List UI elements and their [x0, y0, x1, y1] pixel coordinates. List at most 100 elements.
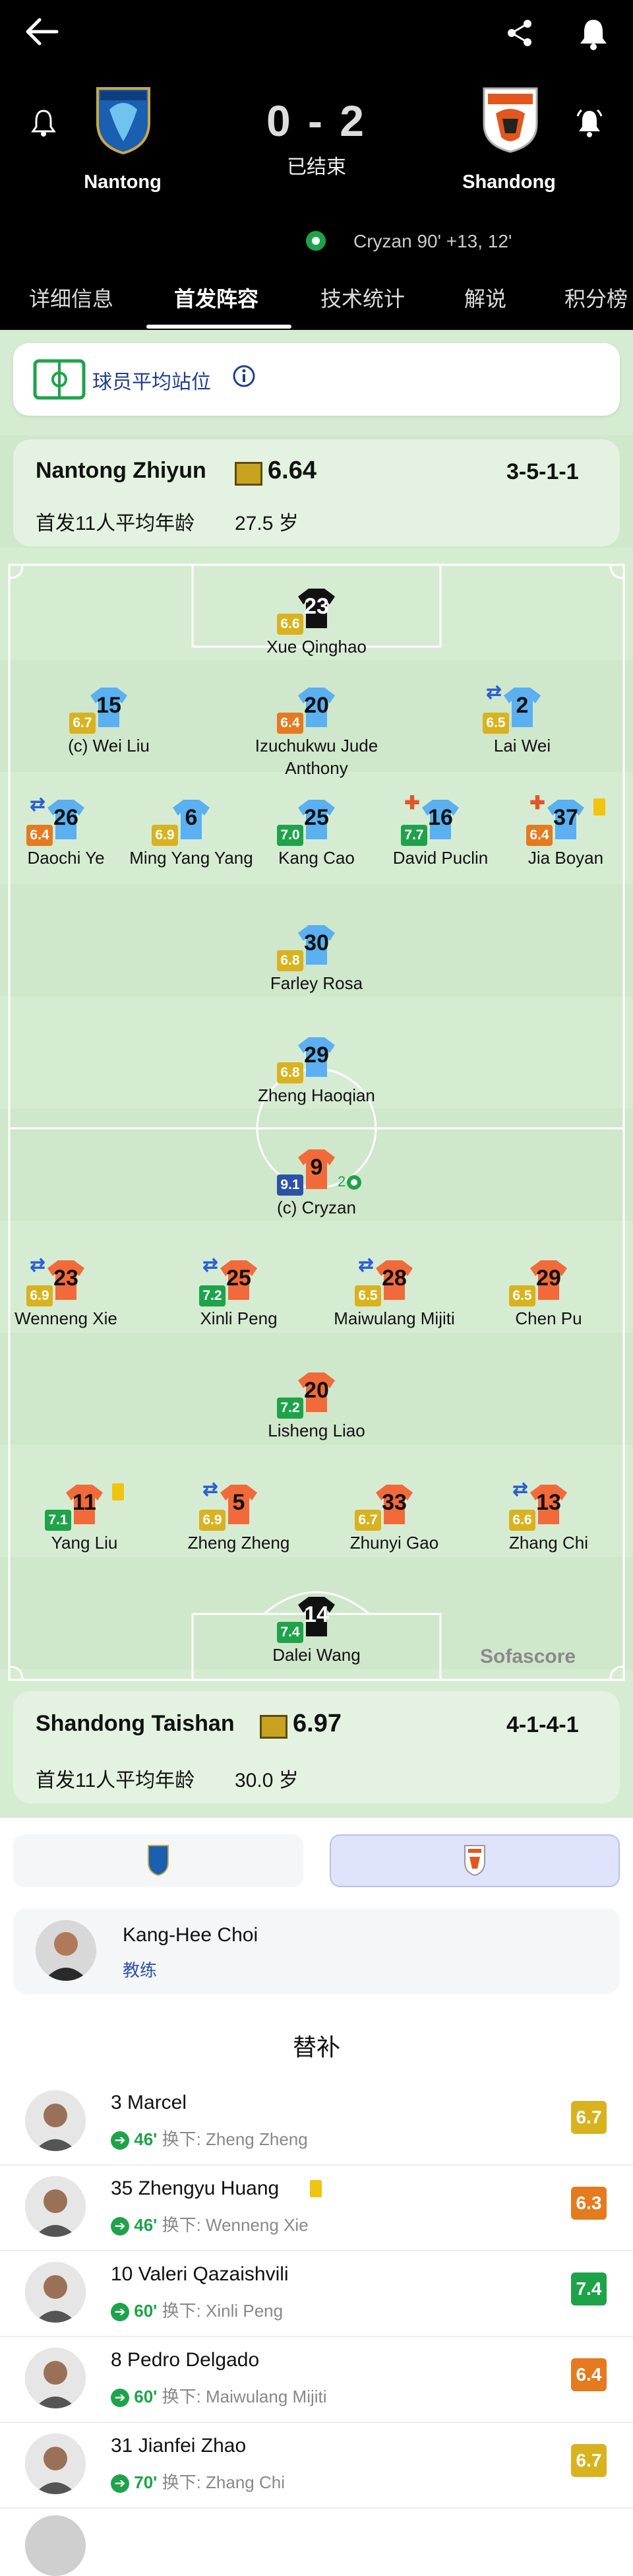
sub-rating: 6.7 — [571, 2101, 607, 2134]
home-player-5[interactable]: 6 6.9 Ming Yang Yang — [125, 798, 257, 884]
away-formation: 4-1-4-1 — [506, 1712, 579, 1737]
avg-positions-button[interactable]: 球员平均站位 — [13, 343, 620, 416]
away-player-1[interactable]: 23 6.9 ⇄ Wenneng Xie — [0, 1255, 132, 1345]
sub-in-arrow-icon: ➔ — [111, 2131, 129, 2150]
home-player-0[interactable]: 23 6.6 Xue Qinghao — [251, 587, 382, 673]
sub-row[interactable]: 3 Marcel ➔ 46' 换下: Zheng Zheng 6.7 — [0, 2078, 633, 2166]
away-team-full-name[interactable]: Shandong Taishan — [36, 1711, 235, 1737]
away-player-10[interactable]: 14 7.4 Dalei Wang — [251, 1595, 382, 1681]
player-rating: 6.4 — [277, 713, 303, 734]
home-player-8[interactable]: 37 6.4 ✚ Jia Boyan — [500, 793, 632, 884]
player-rating: 7.0 — [277, 825, 303, 846]
sub-row[interactable]: 10 Valeri Qazaishvili ➔ 60' 换下: Xinli Pen… — [0, 2250, 633, 2337]
away-avg-age: 30.0 岁 — [235, 1770, 299, 1791]
home-player-4[interactable]: 26 6.4 ⇄ Daochi Ye — [0, 794, 132, 884]
yellow-card-icon — [310, 2180, 322, 2197]
away-player-5[interactable]: 20 7.2 Lisheng Liao — [251, 1371, 382, 1457]
player-name: Wenneng Xie — [15, 1308, 117, 1328]
substitution-icon: ⇄ — [486, 682, 502, 702]
sub-row[interactable]: 35 Zhengyu Huang ➔ 46' 换下: Wenneng Xie 6.3 — [0, 2164, 633, 2251]
home-player-1[interactable]: 15 6.7 (c) Wei Liu — [43, 686, 175, 772]
yellow-card-icon — [112, 1483, 124, 1500]
avg-positions-label: 球员平均站位 — [92, 371, 211, 393]
away-player-9[interactable]: 13 6.6 ⇄ Zhang Chi — [483, 1479, 615, 1569]
away-player-3[interactable]: 28 6.5 ⇄ Maiwulang Mijiti — [328, 1255, 460, 1345]
away-player-6[interactable]: 11 7.1 Yang Liu — [18, 1483, 150, 1569]
tab-commentary[interactable]: 解说 — [464, 282, 506, 313]
subs-title: 替补 — [292, 2034, 340, 2061]
away-bell-icon[interactable] — [574, 107, 605, 144]
sub-in-arrow-icon: ➔ — [111, 2389, 129, 2408]
away-player-0[interactable]: 9 9.1 2 (c) Cryzan — [251, 1148, 382, 1234]
sub-info: ➔ 70' 换下: Zhang Chi — [111, 2469, 285, 2494]
player-name: (c) Wei Liu — [68, 736, 150, 756]
tab-lineups[interactable]: 首发阵容 — [174, 282, 258, 313]
away-player-8[interactable]: 33 6.7 Zhunyi Gao — [328, 1483, 460, 1569]
home-player-2[interactable]: 20 6.4 Izuchukwu Jude Anthony — [251, 686, 382, 778]
tab-details[interactable]: 详细信息 — [29, 282, 113, 313]
back-arrow-icon[interactable] — [24, 17, 59, 51]
player-rating: 7.1 — [45, 1510, 71, 1531]
home-team-logo[interactable] — [91, 83, 156, 156]
player-name: Zhunyi Gao — [349, 1533, 439, 1553]
substitution-icon: ⇄ — [30, 1254, 45, 1275]
tab-standings[interactable]: 积分榜 — [564, 282, 628, 313]
goal-scorer-line: Cryzan 90' +13, 12' — [353, 231, 512, 251]
home-player-7[interactable]: 16 7.7 ✚ David Puclin — [375, 793, 506, 884]
away-player-7[interactable]: 5 6.9 ⇄ Zheng Zheng — [173, 1479, 305, 1569]
player-name: Lisheng Liao — [268, 1421, 365, 1440]
player-rating: 6.6 — [277, 614, 303, 635]
substitution-icon: ⇄ — [358, 1254, 374, 1275]
away-team-toggle[interactable] — [330, 1834, 620, 1887]
sub-minute: 70' — [134, 2472, 158, 2492]
sub-info: ➔ 60' 换下: Xinli Peng — [111, 2298, 283, 2322]
player-name: Zheng Haoqian — [258, 1085, 375, 1105]
sub-in-arrow-icon: ➔ — [111, 2217, 129, 2236]
coach-card[interactable]: Kang-Hee Choi 教练 — [13, 1908, 620, 1994]
player-rating: 6.4 — [26, 825, 53, 846]
player-rating: 6.7 — [355, 1510, 381, 1531]
away-player-2[interactable]: 25 7.2 ⇄ Xinli Peng — [173, 1255, 305, 1345]
sub-row[interactable]: 8 Pedro Delgado ➔ 60' 换下: Maiwulang Mijit… — [0, 2336, 633, 2423]
home-team-small-logo — [146, 1844, 170, 1880]
tab-bar: 详细信息 首发阵容 技术统计 解说 积分榜 — [0, 271, 633, 330]
home-team-toggle[interactable] — [13, 1834, 303, 1887]
player-name: Lai Wei — [493, 736, 551, 756]
notification-bell-icon[interactable] — [578, 17, 609, 55]
player-name: Dalei Wang — [272, 1645, 361, 1665]
home-team-full-name[interactable]: Nantong Zhiyun — [36, 458, 206, 484]
away-team-logo[interactable] — [479, 84, 542, 154]
home-player-3[interactable]: 2 6.5 ⇄ Lai Wei — [456, 682, 588, 772]
home-player-9[interactable]: 30 6.8 Farley Rosa — [251, 924, 382, 1010]
away-player-4[interactable]: 29 6.5 Chen Pu — [483, 1259, 615, 1345]
tab-statistics[interactable]: 技术统计 — [320, 282, 405, 313]
home-player-6[interactable]: 25 7.0 Kang Cao — [251, 798, 382, 884]
home-bell-icon[interactable] — [30, 108, 57, 143]
player-avatar — [25, 2262, 86, 2323]
sub-rating: 7.4 — [571, 2272, 607, 2305]
player-rating: 7.7 — [401, 825, 427, 846]
away-team-card: Shandong Taishan 6.97 4-1-4-1 首发11人平均年龄 … — [13, 1691, 620, 1803]
player-name: Maiwulang Mijiti — [334, 1308, 455, 1328]
soccer-ball-icon — [305, 230, 327, 252]
coach-name: Kang-Hee Choi — [123, 1924, 258, 1946]
player-name: Chen Pu — [515, 1308, 582, 1328]
player-rating: 7.2 — [199, 1285, 226, 1306]
player-name: Jia Boyan — [528, 848, 604, 868]
sub-row[interactable]: 31 Jianfei Zhao ➔ 70' 换下: Zhang Chi 6.7 — [0, 2422, 633, 2509]
share-icon[interactable] — [505, 18, 534, 53]
replaced-player: 换下: Xinli Peng — [162, 2301, 284, 2321]
home-team-name[interactable]: Nantong — [57, 172, 189, 193]
player-name: Yang Liu — [51, 1533, 118, 1553]
home-player-10[interactable]: 29 6.8 Zheng Haoqian — [251, 1036, 382, 1122]
info-icon[interactable] — [232, 364, 256, 388]
player-name: Zheng Zheng — [187, 1533, 290, 1553]
player-avatar — [25, 2090, 86, 2151]
sub-info: ➔ 46' 换下: Zheng Zheng — [111, 2126, 308, 2150]
sub-info: ➔ 46' 换下: Wenneng Xie — [111, 2212, 309, 2236]
next-sub-avatar — [25, 2515, 86, 2576]
player-name: Ming Yang Yang — [129, 848, 253, 868]
player-avatar — [25, 2433, 86, 2494]
player-rating: 9.1 — [277, 1175, 303, 1196]
away-team-name[interactable]: Shandong — [443, 172, 575, 193]
